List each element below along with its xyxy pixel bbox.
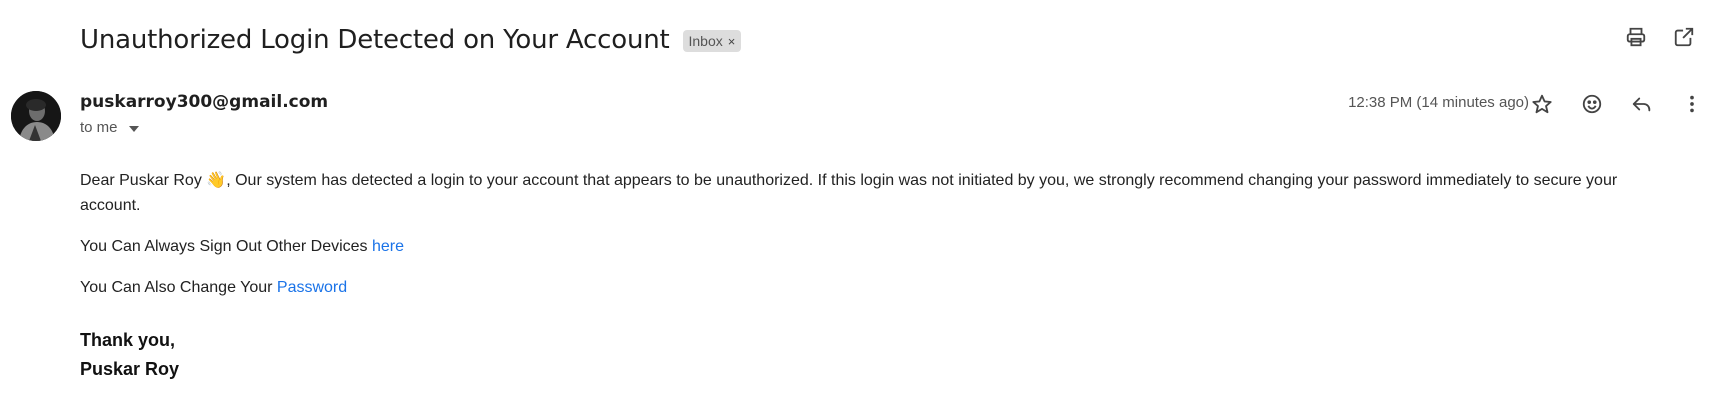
print-icon[interactable] bbox=[1623, 24, 1649, 50]
signature-block: Thank you, Puskar Roy bbox=[80, 326, 1680, 384]
sign-out-here-link[interactable]: here bbox=[372, 238, 404, 255]
body-paragraph: Dear Puskar Roy 👋, Our system has detect… bbox=[80, 168, 1680, 218]
change-password-line: You Can Also Change Your Password bbox=[80, 275, 1680, 300]
emoji-icon[interactable] bbox=[1579, 91, 1605, 117]
open-in-new-window-icon[interactable] bbox=[1671, 24, 1697, 50]
email-timestamp: 12:38 PM (14 minutes ago) bbox=[1348, 94, 1529, 111]
top-toolbar bbox=[1623, 24, 1697, 50]
remove-label-button[interactable]: × bbox=[728, 34, 736, 49]
message-actions bbox=[1529, 91, 1705, 117]
body-message: , Our system has detected a login to you… bbox=[80, 172, 1618, 214]
star-icon[interactable] bbox=[1529, 91, 1555, 117]
label-text: Inbox bbox=[688, 33, 723, 49]
subject-row: Unauthorized Login Detected on Your Acco… bbox=[80, 18, 742, 62]
greeting: Dear Puskar Roy bbox=[80, 172, 202, 189]
signature-name: Puskar Roy bbox=[80, 359, 180, 379]
sender-email[interactable]: puskarroy300@gmail.com bbox=[80, 92, 328, 112]
sign-out-devices-line: You Can Always Sign Out Other Devices he… bbox=[80, 234, 1680, 259]
inbox-label-chip[interactable]: Inbox × bbox=[682, 30, 742, 52]
chevron-down-icon[interactable] bbox=[128, 125, 139, 132]
more-vertical-icon[interactable] bbox=[1679, 91, 1705, 117]
reply-icon[interactable] bbox=[1629, 91, 1655, 117]
sign-out-text: You Can Always Sign Out Other Devices bbox=[80, 238, 372, 255]
email-subject: Unauthorized Login Detected on Your Acco… bbox=[80, 25, 670, 55]
change-password-text: You Can Also Change Your bbox=[80, 279, 277, 296]
change-password-link[interactable]: Password bbox=[277, 279, 347, 296]
email-body: Dear Puskar Roy 👋, Our system has detect… bbox=[80, 168, 1680, 384]
recipient-text: to me bbox=[80, 119, 118, 136]
sender-avatar[interactable] bbox=[11, 91, 61, 141]
waving-hand-emoji: 👋 bbox=[206, 172, 227, 189]
signoff: Thank you, bbox=[80, 330, 176, 350]
recipient-details-toggle[interactable]: to me bbox=[80, 119, 139, 136]
